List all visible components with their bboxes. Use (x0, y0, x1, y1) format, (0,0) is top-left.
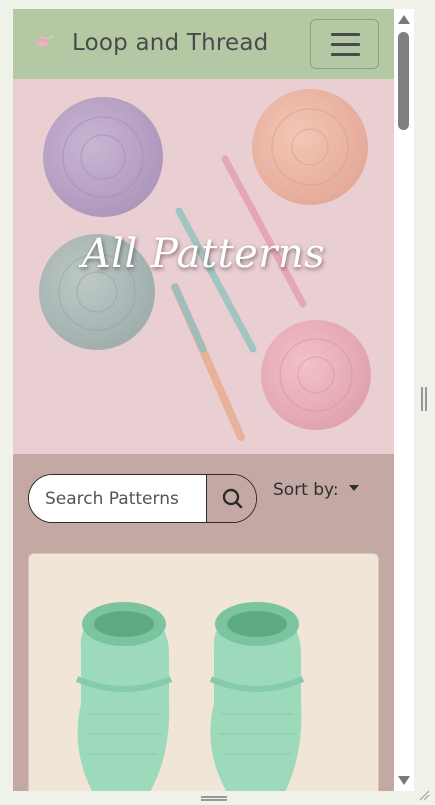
search-input[interactable] (29, 475, 206, 522)
search-form (28, 474, 257, 523)
search-button[interactable] (206, 475, 256, 522)
browser-viewport: Loop and Thread All Patterns Search Patt… (13, 9, 394, 791)
resize-handle-bottom[interactable] (201, 796, 227, 801)
navbar: Loop and Thread (13, 9, 394, 79)
scrollbar-thumb[interactable] (398, 32, 409, 130)
sort-label: Sort by: (273, 480, 339, 500)
pattern-card[interactable] (28, 553, 379, 791)
search-sort-bar: Sort by: (13, 454, 394, 554)
hamburger-menu-button[interactable] (310, 19, 379, 69)
resize-grip-icon[interactable] (418, 789, 430, 801)
vertical-scrollbar[interactable] (394, 9, 414, 791)
chevron-down-icon (348, 485, 359, 491)
sort-dropdown-toggle[interactable]: Sort by: (273, 480, 359, 500)
scroll-up-arrow-icon[interactable] (398, 15, 410, 24)
hamburger-menu-icon (331, 33, 360, 36)
hamburger-menu-icon-bar (331, 43, 360, 46)
page-title: All Patterns (81, 231, 326, 277)
scroll-down-arrow-icon[interactable] (398, 776, 410, 785)
search-icon (222, 488, 243, 509)
yarn-ball-icon (37, 36, 55, 47)
mint-crochet-baby-booties-photo (29, 554, 378, 791)
resize-handle-right[interactable] (421, 387, 427, 411)
brand-name[interactable]: Loop and Thread (72, 30, 268, 56)
hero-banner: All Patterns (13, 79, 394, 454)
hamburger-menu-icon-bar (331, 53, 360, 56)
